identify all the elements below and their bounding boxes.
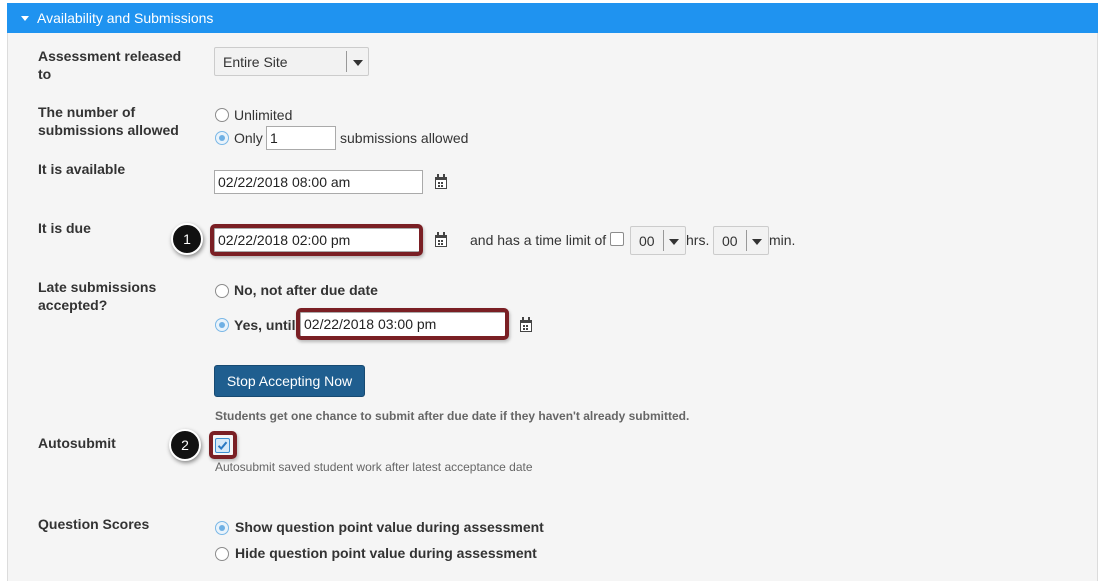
autosubmit-checkbox[interactable] bbox=[215, 438, 230, 453]
checkmark-icon bbox=[217, 441, 228, 450]
submissions-only-label: Only bbox=[234, 130, 263, 146]
select-divider bbox=[346, 51, 347, 72]
calendar-icon[interactable] bbox=[435, 174, 447, 189]
due-date-highlight bbox=[210, 224, 423, 256]
calendar-icon[interactable] bbox=[435, 232, 447, 247]
stop-accepting-button[interactable]: Stop Accepting Now bbox=[214, 365, 365, 397]
submissions-only-radio[interactable] bbox=[215, 131, 229, 145]
due-label: It is due bbox=[38, 220, 91, 236]
late-help-text: Students get one chance to submit after … bbox=[215, 409, 690, 423]
late-yes-radio[interactable] bbox=[215, 318, 229, 332]
late-no-radio[interactable] bbox=[215, 284, 229, 298]
available-date-input[interactable]: 02/22/2018 08:00 am bbox=[214, 170, 423, 194]
released-to-value: Entire Site bbox=[223, 53, 288, 70]
scores-hide-radio[interactable] bbox=[215, 547, 229, 561]
late-label: Late submissions accepted? bbox=[38, 279, 157, 313]
chevron-down-icon bbox=[353, 59, 363, 66]
submissions-count-input[interactable]: 1 bbox=[266, 126, 336, 150]
panel-title: Availability and Submissions bbox=[37, 10, 214, 26]
minutes-select[interactable]: 00 bbox=[713, 226, 769, 255]
time-limit-label: and has a time limit of bbox=[470, 232, 607, 248]
released-to-select[interactable]: Entire Site bbox=[214, 47, 369, 76]
minutes-value: 00 bbox=[722, 232, 738, 249]
hours-unit: hrs. bbox=[686, 232, 710, 248]
autosubmit-help-text: Autosubmit saved student work after late… bbox=[215, 460, 533, 474]
calendar-icon[interactable] bbox=[520, 317, 532, 332]
caret-down-icon bbox=[21, 16, 29, 21]
available-label: It is available bbox=[38, 161, 126, 177]
hours-select[interactable]: 00 bbox=[630, 226, 686, 255]
submissions-unlimited-radio[interactable] bbox=[215, 108, 229, 122]
minutes-unit: min. bbox=[769, 232, 796, 248]
select-divider bbox=[746, 230, 747, 251]
submissions-unlimited-label: Unlimited bbox=[234, 107, 293, 123]
submissions-suffix: submissions allowed bbox=[340, 130, 469, 146]
autosubmit-label: Autosubmit bbox=[38, 435, 116, 451]
select-divider bbox=[663, 230, 664, 251]
late-until-highlight bbox=[296, 308, 509, 340]
released-to-label: Assessment released to bbox=[38, 48, 182, 82]
late-yes-label: Yes, until bbox=[234, 317, 296, 333]
chevron-down-icon bbox=[669, 238, 679, 245]
scores-show-radio[interactable] bbox=[215, 521, 229, 535]
scores-label: Question Scores bbox=[38, 516, 150, 532]
chevron-down-icon bbox=[752, 238, 762, 245]
callout-badge-2: 2 bbox=[169, 429, 201, 461]
callout-badge-1: 1 bbox=[171, 223, 203, 255]
time-limit-checkbox[interactable] bbox=[610, 232, 624, 246]
submissions-label: The number of submissions allowed bbox=[38, 104, 179, 138]
panel-header[interactable]: Availability and Submissions bbox=[7, 3, 1098, 33]
scores-hide-label: Hide question point value during assessm… bbox=[235, 545, 537, 561]
hours-value: 00 bbox=[639, 232, 655, 249]
late-no-label: No, not after due date bbox=[234, 282, 378, 298]
scores-show-label: Show question point value during assessm… bbox=[235, 519, 544, 535]
